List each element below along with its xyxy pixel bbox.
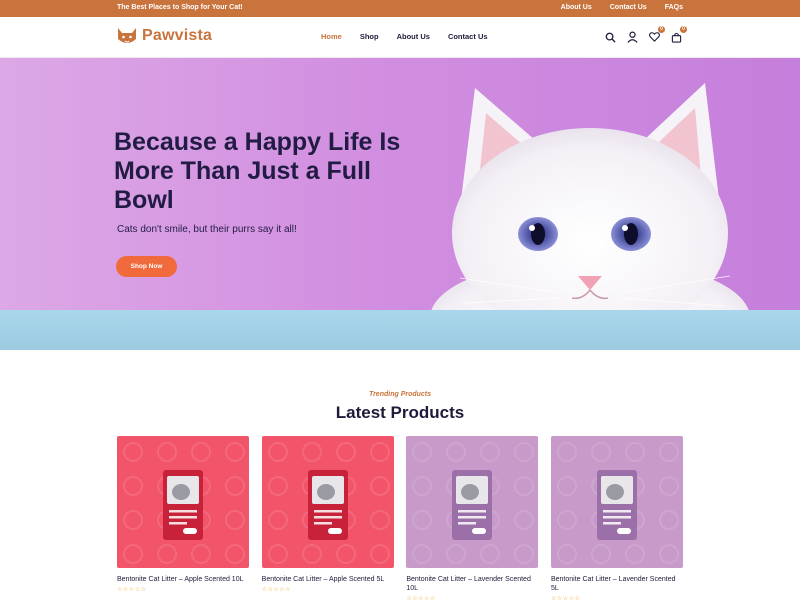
top-link-about-us[interactable]: About Us bbox=[561, 4, 592, 11]
product-name[interactable]: Bentonite Cat Litter – Lavender Scented … bbox=[551, 575, 683, 593]
product-name[interactable]: Bentonite Cat Litter – Apple Scented 5L bbox=[262, 575, 394, 584]
wishlist-count-badge: 0 bbox=[658, 26, 665, 33]
product-grid: Bentonite Cat Litter – Apple Scented 10L… bbox=[117, 436, 683, 600]
litter-pack-illustration bbox=[123, 442, 245, 564]
nav-home[interactable]: Home bbox=[321, 32, 342, 41]
product-image[interactable] bbox=[406, 436, 539, 568]
litter-pack-illustration bbox=[556, 442, 679, 564]
product-image[interactable] bbox=[261, 436, 394, 568]
product-card[interactable]: Bentonite Cat Litter – Apple Scented 10L… bbox=[117, 436, 249, 600]
top-link-contact-us[interactable]: Contact Us bbox=[610, 4, 647, 11]
nav-contact-us[interactable]: Contact Us bbox=[448, 32, 488, 41]
rating-stars: ☆☆☆☆☆ bbox=[117, 587, 147, 593]
shop-now-button[interactable]: Shop Now bbox=[116, 256, 177, 277]
header-actions: 0 0 bbox=[603, 26, 687, 44]
top-tagline: The Best Places to Shop for Your Cat! bbox=[117, 4, 243, 11]
rating-stars: ☆☆☆☆☆ bbox=[406, 596, 436, 600]
nav-about-us[interactable]: About Us bbox=[397, 32, 430, 41]
wishlist-heart-icon[interactable]: 0 bbox=[647, 26, 665, 44]
product-card[interactable]: Bentonite Cat Litter – Lavender Scented … bbox=[550, 436, 683, 600]
litter-pack-illustration bbox=[267, 442, 390, 564]
cat-logo-icon bbox=[118, 28, 136, 43]
hero-banner: Because a Happy Life Is More Than Just a… bbox=[0, 58, 800, 350]
product-card[interactable]: Bentonite Cat Litter – Apple Scented 5L … bbox=[261, 436, 394, 600]
top-link-faqs[interactable]: FAQs bbox=[665, 4, 683, 11]
nav-shop[interactable]: Shop bbox=[360, 32, 379, 41]
litter-pack-illustration bbox=[412, 442, 535, 564]
product-image[interactable] bbox=[117, 436, 249, 568]
rating-stars: ☆☆☆☆☆ bbox=[261, 587, 292, 593]
rating-stars: ☆☆☆☆☆ bbox=[550, 596, 581, 600]
user-icon[interactable] bbox=[625, 30, 639, 44]
hero-subtitle: Cats don't smile, but their purrs say it… bbox=[117, 224, 297, 235]
top-announcement-bar: The Best Places to Shop for Your Cat! Ab… bbox=[0, 0, 800, 17]
hero-title: Because a Happy Life Is More Than Just a… bbox=[114, 128, 401, 214]
logo[interactable]: Pawvista bbox=[116, 26, 212, 46]
section-kicker: Trending Products bbox=[368, 391, 432, 398]
site-header: Pawvista Home Shop About Us Contact Us 0… bbox=[0, 17, 800, 58]
hero-ledge bbox=[0, 310, 800, 350]
main-nav: Home Shop About Us Contact Us bbox=[321, 32, 506, 41]
product-card[interactable]: Bentonite Cat Litter – Lavender Scented … bbox=[406, 436, 539, 600]
product-name[interactable]: Bentonite Cat Litter – Apple Scented 10L bbox=[117, 575, 249, 584]
top-links: About Us Contact Us FAQs bbox=[561, 4, 683, 11]
logo-text: Pawvista bbox=[142, 27, 213, 44]
section-title: Latest Products bbox=[335, 403, 465, 422]
white-cat-hero-image bbox=[430, 83, 750, 350]
search-icon[interactable] bbox=[603, 30, 617, 44]
product-image[interactable] bbox=[550, 436, 683, 568]
cart-count-badge: 0 bbox=[680, 26, 687, 33]
cart-icon[interactable]: 0 bbox=[669, 26, 687, 44]
product-name[interactable]: Bentonite Cat Litter – Lavender Scented … bbox=[406, 575, 538, 593]
